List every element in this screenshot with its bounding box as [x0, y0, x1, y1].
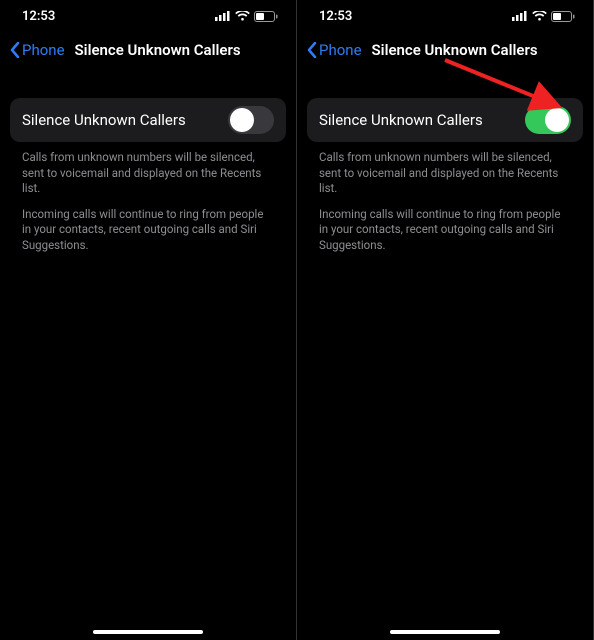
silence-callers-toggle[interactable] — [525, 106, 571, 134]
status-indicators — [215, 11, 278, 22]
nav-bar: Phone Silence Unknown Callers — [0, 32, 296, 68]
content: Silence Unknown Callers Calls from unkno… — [0, 68, 296, 253]
footer-p2: Incoming calls will continue to ring fro… — [319, 207, 571, 254]
chevron-left-icon — [10, 42, 20, 58]
chevron-left-icon — [307, 42, 317, 58]
footer-p2: Incoming calls will continue to ring fro… — [22, 207, 274, 254]
wifi-icon — [532, 11, 547, 22]
status-bar: 12:53 — [0, 0, 296, 32]
content: Silence Unknown Callers Calls from unkno… — [297, 68, 593, 253]
back-label: Phone — [22, 41, 65, 59]
home-indicator — [390, 630, 500, 634]
status-bar: 12:53 — [297, 0, 593, 32]
footer-text: Calls from unknown numbers will be silen… — [10, 142, 286, 253]
battery-icon — [254, 11, 278, 22]
silence-callers-cell: Silence Unknown Callers — [10, 98, 286, 142]
cell-label: Silence Unknown Callers — [22, 111, 186, 129]
footer-p1: Calls from unknown numbers will be silen… — [22, 150, 274, 197]
footer-text: Calls from unknown numbers will be silen… — [307, 142, 583, 253]
back-button[interactable]: Phone — [10, 41, 65, 59]
phone-screen-right: 12:53 Phone Silence Unknown Callers Sile… — [297, 0, 594, 640]
status-indicators — [512, 11, 575, 22]
toggle-knob — [230, 108, 254, 132]
silence-callers-toggle[interactable] — [228, 106, 274, 134]
status-time: 12:53 — [22, 9, 55, 24]
signal-icon — [215, 11, 231, 21]
home-indicator — [93, 630, 203, 634]
silence-callers-cell: Silence Unknown Callers — [307, 98, 583, 142]
footer-p1: Calls from unknown numbers will be silen… — [319, 150, 571, 197]
wifi-icon — [235, 11, 250, 22]
page-title: Silence Unknown Callers — [75, 41, 241, 59]
toggle-knob — [545, 108, 569, 132]
back-label: Phone — [319, 41, 362, 59]
nav-bar: Phone Silence Unknown Callers — [297, 32, 593, 68]
back-button[interactable]: Phone — [307, 41, 362, 59]
status-time: 12:53 — [319, 9, 352, 24]
cell-label: Silence Unknown Callers — [319, 111, 483, 129]
page-title: Silence Unknown Callers — [372, 41, 538, 59]
signal-icon — [512, 11, 528, 21]
battery-icon — [551, 11, 575, 22]
phone-screen-left: 12:53 Phone Silence Unknown Callers Sile… — [0, 0, 297, 640]
